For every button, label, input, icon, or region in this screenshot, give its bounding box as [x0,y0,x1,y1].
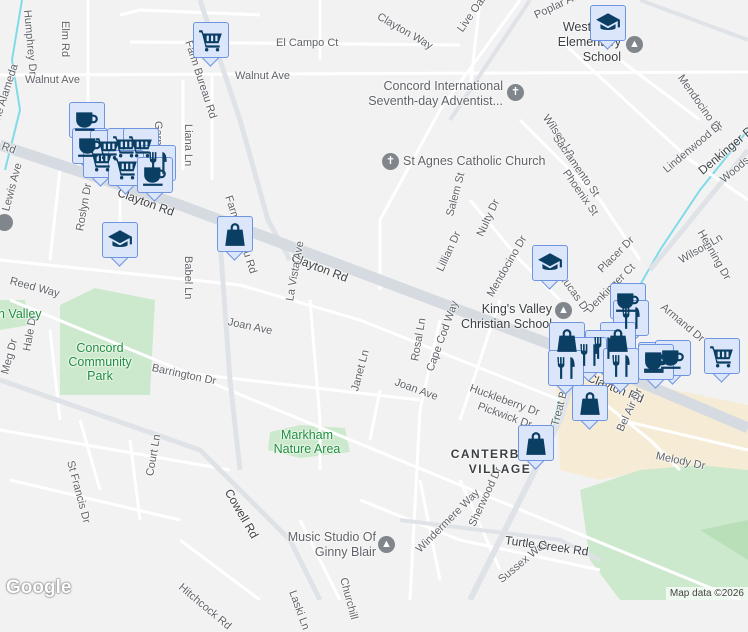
map-attribution[interactable]: Map data ©2026 [665,587,748,600]
marker-box[interactable] [638,344,674,380]
road-label: Elm Rd [59,21,71,58]
church-icon[interactable]: ✝ [382,153,399,170]
graduation-cap-icon [107,227,133,253]
map-marker-graduation-cap[interactable] [102,222,138,267]
map-marker-fork-knife[interactable] [603,348,639,393]
map-marker-shopping-cart[interactable] [193,22,229,67]
shopping-bag-icon [523,430,549,456]
marker-box[interactable] [108,150,144,186]
graduation-cap-icon [537,250,563,276]
road-label: Babel Ln [182,256,194,300]
place-label-kings-valley[interactable]: King's Valley Christian School [460,302,552,332]
marker-box[interactable] [548,350,584,386]
place-label-markham[interactable]: Markham Nature Area [262,428,352,456]
marker-box[interactable] [572,385,608,421]
marker-box[interactable] [704,338,740,374]
shopping-cart-icon [88,147,114,173]
school-icon[interactable]: ▲ [555,302,572,319]
place-label-concord-international[interactable]: Concord International Seventh-day Advent… [348,79,503,109]
map-marker-shopping-bag[interactable] [518,425,554,470]
coffee-cup-icon [142,162,168,188]
shopping-cart-icon [198,27,224,53]
fork-knife-icon [608,353,634,379]
fork-knife-icon [576,342,602,368]
road-label: Walnut Ave [25,74,81,86]
marker-box[interactable] [532,245,568,281]
place-label-valley[interactable]: n Valley [0,307,42,321]
marker-box[interactable] [518,425,554,461]
shopping-bag-icon [222,221,248,247]
marker-box[interactable] [193,22,229,58]
road-label: Liana Ln [182,124,194,167]
marker-box[interactable] [217,216,253,252]
marker-box[interactable] [590,5,626,41]
graduation-cap-icon [595,10,621,36]
place-label-st-agnes[interactable]: St Agnes Catholic Church [403,154,545,169]
marker-box[interactable] [137,157,173,193]
map-marker-shopping-bag[interactable] [217,216,253,261]
church-icon[interactable]: ✝ [507,84,524,101]
road-label: El Campo Ct [276,37,339,49]
shopping-bag-icon [577,390,603,416]
marker-box[interactable] [102,222,138,258]
map-marker-graduation-cap[interactable] [532,245,568,290]
map-marker-shopping-bag[interactable] [572,385,608,430]
school-icon[interactable]: ▲ [378,536,395,553]
school-icon[interactable]: ▲ [626,36,643,53]
road-label: Walnut Ave [235,70,291,82]
marker-box[interactable] [603,348,639,384]
coffee-cup-icon [74,107,100,133]
shopping-cart-icon [709,343,735,369]
map-marker-graduation-cap[interactable] [590,5,626,50]
fork-knife-icon [553,355,579,381]
place-label-music-studio[interactable]: Music Studio Of Ginny Blair [286,530,376,560]
google-logo[interactable]: Google [6,577,71,599]
coffee-cup-icon [643,349,669,375]
map-marker-shopping-cart[interactable] [704,338,740,383]
map-marker-coffee-cup[interactable] [137,157,173,202]
shopping-cart-icon [113,155,139,181]
map-marker-coffee-cup[interactable] [638,344,674,389]
place-label-concord-park[interactable]: Concord Community Park [55,341,145,383]
